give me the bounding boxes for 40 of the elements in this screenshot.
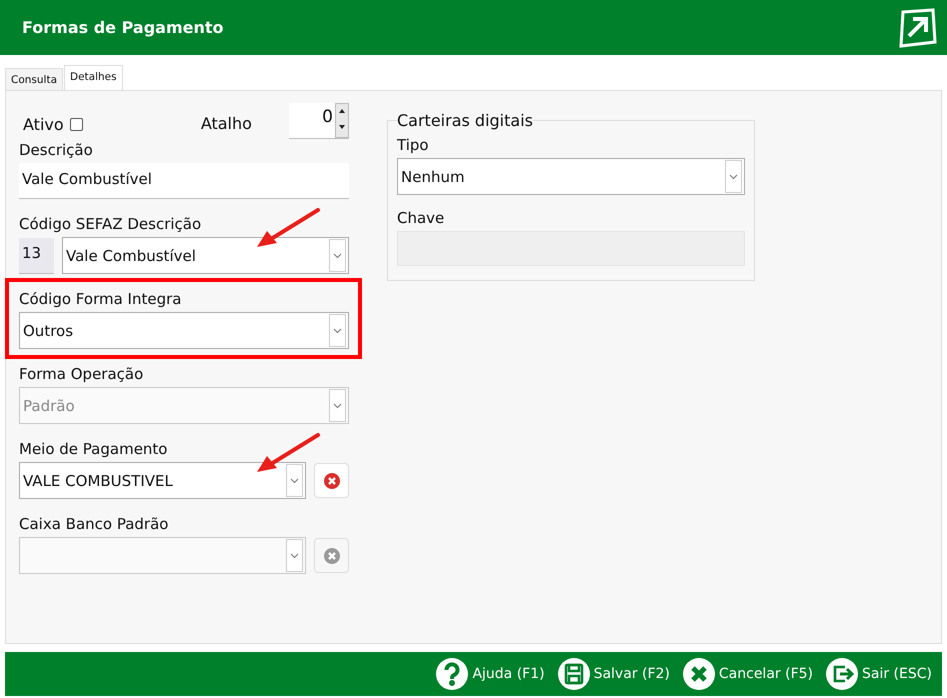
select-field[interactable]: VALE COMBUSTIVEL xyxy=(19,462,306,499)
field-label: Descrição xyxy=(19,140,94,161)
field-label: Forma Operação xyxy=(19,364,144,385)
select-field[interactable]: Vale Combustível xyxy=(62,237,349,274)
close-icon xyxy=(682,657,716,691)
caret-icon xyxy=(333,402,342,408)
clear-button[interactable] xyxy=(314,463,349,498)
tab[interactable]: Consulta xyxy=(5,68,64,90)
toolbar-button[interactable]: Ajuda (F1) xyxy=(435,657,545,691)
caret-icon xyxy=(290,478,299,484)
code-field: 13 xyxy=(19,238,54,274)
caret-icon xyxy=(333,328,342,334)
toolbar-button[interactable]: Cancelar (F5) xyxy=(682,657,813,691)
select-field[interactable]: Nenhum xyxy=(397,158,745,195)
tab[interactable]: Detalhes xyxy=(64,65,123,90)
group-legend: Carteiras digitais xyxy=(397,111,533,130)
caret-icon xyxy=(290,552,299,558)
field-label: Atalho xyxy=(200,114,253,132)
exit-icon xyxy=(825,657,859,691)
text-field[interactable]: Vale Combustível xyxy=(19,163,349,199)
caret-icon xyxy=(333,252,342,258)
field-label: Meio de Pagamento xyxy=(19,439,168,460)
close-icon xyxy=(322,546,340,564)
clear-button[interactable] xyxy=(314,538,349,573)
select-field[interactable]: Outros xyxy=(19,312,349,349)
field-label: Caixa Banco Padrão xyxy=(19,514,170,535)
close-icon xyxy=(322,472,340,490)
window-title: Formas de Pagamento xyxy=(22,18,224,37)
field-label: Código Forma Integra xyxy=(19,289,182,310)
field-label: Ativo xyxy=(23,114,64,134)
floppy-disk-icon xyxy=(556,657,591,691)
field-label: Código SEFAZ Descrição xyxy=(19,214,202,235)
caret-icon xyxy=(729,174,738,180)
logo-icon xyxy=(897,8,937,48)
checkbox[interactable] xyxy=(70,118,83,130)
toolbar-button[interactable]: Sair (ESC) xyxy=(825,657,932,691)
field-label: Chave xyxy=(397,208,446,229)
field-label: Tipo xyxy=(397,135,430,156)
toolbar-button[interactable]: Salvar (F2) xyxy=(556,657,670,691)
help-icon xyxy=(435,657,470,691)
